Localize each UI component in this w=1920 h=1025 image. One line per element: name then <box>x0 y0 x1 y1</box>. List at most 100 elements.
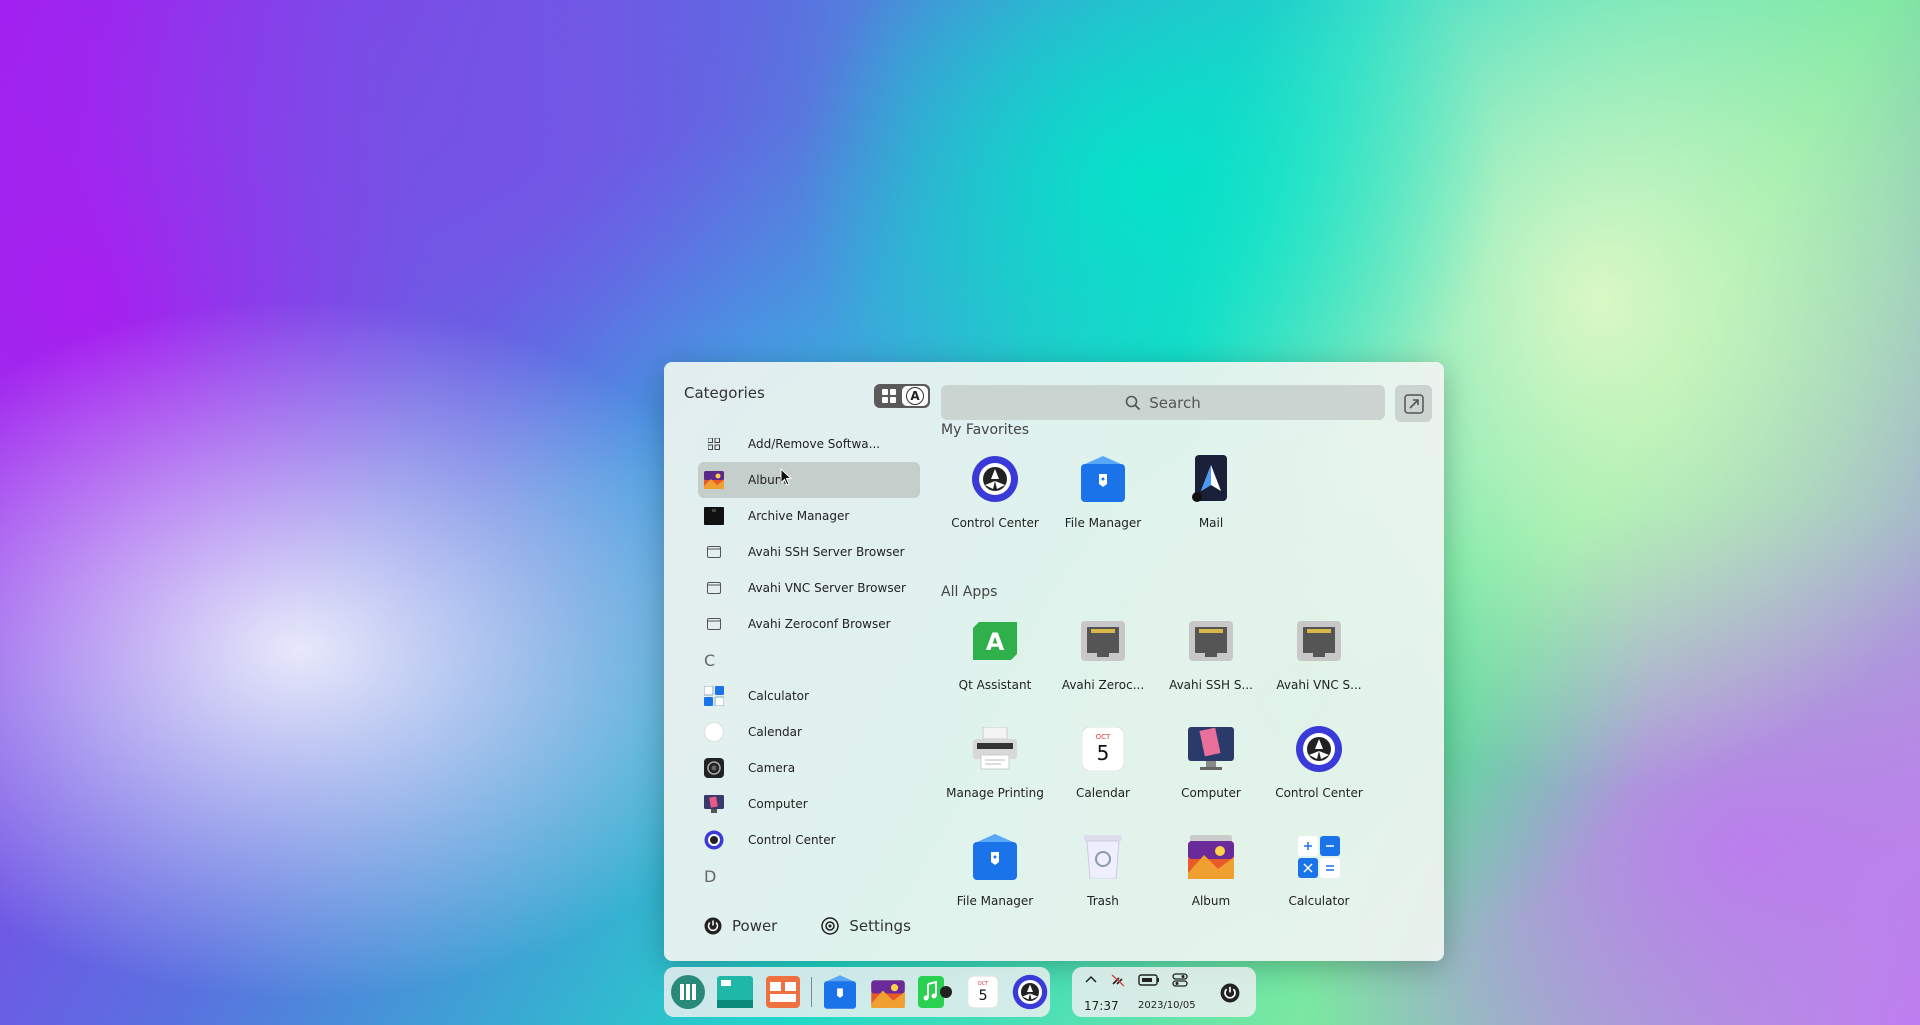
app-calculator[interactable]: Calculator <box>1265 826 1373 934</box>
multitasking-button[interactable] <box>716 972 756 1012</box>
battery-icon[interactable] <box>1138 973 1160 987</box>
list-item-computer[interactable]: Computer <box>698 786 920 822</box>
network-off-icon[interactable] <box>1110 973 1126 987</box>
app-qt-assistant[interactable]: A Qt Assistant <box>941 610 1049 718</box>
window-icon <box>704 542 724 562</box>
chevron-up-icon[interactable] <box>1084 973 1098 987</box>
expand-icon <box>1403 393 1424 414</box>
file-manager-icon <box>1078 454 1128 504</box>
dock-album[interactable] <box>868 972 908 1012</box>
all-apps-grid: A Qt Assistant Avahi Zeroc... Avahi SSH … <box>941 610 1373 934</box>
list-item-album[interactable]: Album <box>698 462 920 498</box>
archive-icon <box>704 506 724 526</box>
app-trash[interactable]: Trash <box>1049 826 1157 934</box>
favorites-grid: Control Center File Manager Mail <box>941 448 1373 556</box>
app-label: Trash <box>1087 894 1119 908</box>
qt-assistant-icon: A <box>970 616 1020 666</box>
alphabet-icon: A <box>906 387 924 405</box>
app-label: Avahi SSH S... <box>1169 678 1253 692</box>
app-avahi-vnc[interactable]: Avahi VNC S... <box>1265 610 1373 718</box>
list-item-avahi-ssh[interactable]: Avahi SSH Server Browser <box>698 534 920 570</box>
letter-heading-d[interactable]: D <box>698 858 920 894</box>
deepin-logo-icon <box>670 975 705 1009</box>
dock-music[interactable] <box>915 972 955 1012</box>
power-icon <box>1220 983 1240 1003</box>
letter-heading-c[interactable]: C <box>698 642 920 678</box>
app-label: Control Center <box>1275 786 1363 800</box>
settings-button[interactable]: Settings <box>821 917 911 935</box>
app-file-manager[interactable]: File Manager <box>941 826 1049 934</box>
toggle-panel-icon[interactable] <box>1172 973 1188 987</box>
trash-icon <box>1078 832 1128 882</box>
app-computer[interactable]: Computer <box>1157 718 1265 826</box>
fullscreen-button[interactable] <box>1395 385 1432 422</box>
favorite-mail[interactable]: Mail <box>1157 448 1265 556</box>
categories-label: Categories <box>684 384 765 402</box>
dock-calendar[interactable]: OCT 5 <box>963 972 1003 1012</box>
taskbar-dock: OCT 5 <box>664 967 1050 1017</box>
window-icon <box>704 614 724 634</box>
alphabetical-view-button[interactable]: A <box>902 386 928 406</box>
calendar-icon <box>704 722 724 742</box>
grid-icon <box>882 389 896 403</box>
list-item-calculator[interactable]: Calculator <box>698 678 920 714</box>
network-icon <box>1078 616 1128 666</box>
file-manager-icon <box>970 832 1020 882</box>
list-item-control-center[interactable]: Control Center <box>698 822 920 858</box>
dock-separator <box>810 977 813 1007</box>
power-button[interactable]: Power <box>704 917 777 935</box>
app-avahi-zeroconf[interactable]: Avahi Zeroc... <box>1049 610 1157 718</box>
dock-control-center[interactable] <box>1010 972 1050 1012</box>
app-control-center[interactable]: Control Center <box>1265 718 1373 826</box>
app-list: Add/Remove Softwa... Album Archive Manag… <box>698 426 920 894</box>
list-item-add-remove[interactable]: Add/Remove Softwa... <box>698 426 920 462</box>
shutdown-button[interactable] <box>1212 975 1248 1011</box>
gear-icon <box>821 917 840 935</box>
app-avahi-ssh[interactable]: Avahi SSH S... <box>1157 610 1265 718</box>
favorite-control-center[interactable]: Control Center <box>941 448 1049 556</box>
list-item-label: Avahi VNC Server Browser <box>748 581 906 595</box>
favorite-file-manager[interactable]: File Manager <box>1049 448 1157 556</box>
app-label: File Manager <box>1064 516 1142 530</box>
launcher-button[interactable] <box>668 972 708 1012</box>
album-icon <box>1186 832 1236 882</box>
network-icon <box>1294 616 1344 666</box>
list-item-avahi-zeroconf[interactable]: Avahi Zeroconf Browser <box>698 606 920 642</box>
list-item-calendar[interactable]: Calendar <box>698 714 920 750</box>
album-icon <box>870 980 905 1008</box>
search-input[interactable]: Search <box>941 385 1385 420</box>
dock-calendar-month: OCT <box>977 981 988 987</box>
app-label: Avahi Zeroc... <box>1061 678 1145 692</box>
app-store-button[interactable] <box>763 972 803 1012</box>
mail-icon <box>1186 454 1236 504</box>
list-item-label: Archive Manager <box>748 509 850 523</box>
search-placeholder: Search <box>1149 393 1201 412</box>
view-mode-toggle[interactable]: A <box>874 384 930 408</box>
tray-icons <box>1084 973 1188 987</box>
apps-grid-icon <box>704 434 724 454</box>
app-label: Control Center <box>951 516 1039 530</box>
clock-date[interactable]: 2023/10/05 <box>1138 1000 1196 1011</box>
dock-file-manager[interactable] <box>820 972 860 1012</box>
list-item-camera[interactable]: Camera <box>698 750 920 786</box>
music-icon <box>918 976 953 1008</box>
app-calendar[interactable]: OCT 5 Calendar <box>1049 718 1157 826</box>
app-label: Mail <box>1198 516 1224 530</box>
mouse-cursor-icon <box>780 468 792 486</box>
list-item-archive-manager[interactable]: Archive Manager <box>698 498 920 534</box>
list-item-avahi-vnc[interactable]: Avahi VNC Server Browser <box>698 570 920 606</box>
launcher-footer: Power Settings <box>704 917 911 935</box>
all-apps-heading: All Apps <box>941 584 998 600</box>
clock-time[interactable]: 17:37 <box>1084 999 1119 1013</box>
camera-icon <box>704 758 724 778</box>
app-album[interactable]: Album <box>1157 826 1265 934</box>
computer-icon <box>704 794 724 814</box>
album-icon <box>704 470 724 490</box>
app-manage-printing[interactable]: Manage Printing <box>941 718 1049 826</box>
app-label: Album <box>1191 894 1231 908</box>
power-label: Power <box>732 917 778 935</box>
computer-icon <box>1186 724 1236 774</box>
search-icon <box>1125 395 1141 410</box>
network-icon <box>1186 616 1236 666</box>
category-view-button[interactable] <box>876 386 902 406</box>
